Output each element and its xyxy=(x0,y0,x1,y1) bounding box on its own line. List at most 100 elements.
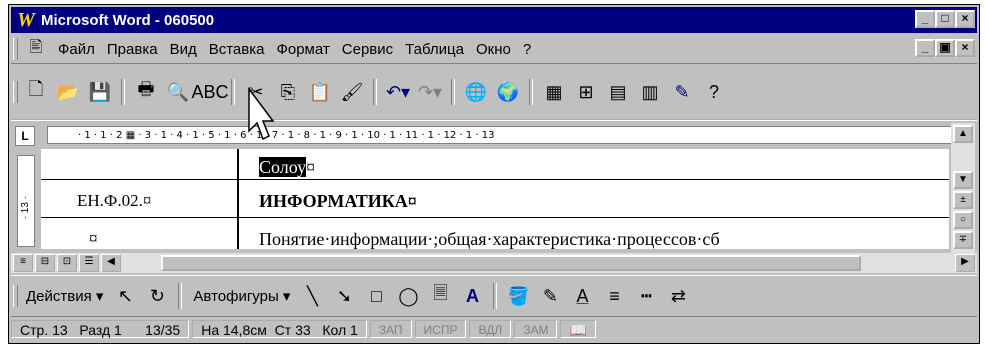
next-page-button[interactable]: ∓ xyxy=(953,231,973,249)
doc-minimize-button[interactable]: _ xyxy=(915,39,935,57)
window-title: Microsoft Word - 060500 xyxy=(41,11,215,29)
outline-view-button[interactable]: ☰ xyxy=(79,254,99,272)
doc-close-button[interactable]: × xyxy=(955,39,975,57)
selected-word[interactable]: Солоу xyxy=(259,157,307,177)
autoshapes-menu[interactable]: Автофигуры ▾ xyxy=(187,287,296,305)
mouse-pointer-icon xyxy=(248,87,275,141)
vertical-ruler-label: · 13 · xyxy=(20,196,31,220)
close-button[interactable]: × xyxy=(955,10,975,28)
tab-selector-button[interactable]: L xyxy=(15,126,35,146)
scroll-up-button[interactable]: ▲ xyxy=(953,125,973,143)
spelling-icon[interactable]: ABC xyxy=(192,78,229,106)
line-color-icon[interactable]: ✎ xyxy=(536,282,564,310)
oval-icon[interactable]: ◯ xyxy=(394,282,422,310)
table-row-border xyxy=(41,179,949,180)
redo-icon[interactable]: ↷▾ xyxy=(416,78,444,106)
normal-view-button[interactable]: ≡ xyxy=(13,254,33,272)
status-ovr[interactable]: ЗАМ xyxy=(514,320,558,338)
select-objects-icon[interactable]: ↖ xyxy=(111,282,139,310)
status-page: Стр. 13 Разд 1 13/35 xyxy=(11,320,190,338)
menu-grip[interactable] xyxy=(13,38,18,60)
title-bar[interactable]: W Microsoft Word - 060500 _ □ × xyxy=(11,7,977,33)
menu-edit[interactable]: Правка xyxy=(101,41,164,58)
standard-toolbar: 🗋 📂 💾 🖶 🔍 ABC ✂ ⎘ 📋 🖌 ↶▾ ↷▾ 🌐 🌍 ▦ ⊞ ▤ ▥ … xyxy=(11,65,977,121)
dash-style-icon[interactable]: ┅ xyxy=(632,282,660,310)
format-painter-icon[interactable]: 🖌 xyxy=(338,78,366,106)
office-assistant-icon[interactable]: ? xyxy=(700,78,728,106)
rectangle-icon[interactable]: □ xyxy=(362,282,390,310)
drawing-icon[interactable]: ✎ xyxy=(668,78,696,106)
menu-insert[interactable]: Вставка xyxy=(203,41,271,58)
vertical-ruler-area: · 13 · xyxy=(11,149,39,249)
actions-menu[interactable]: Действия ▾ xyxy=(20,287,109,305)
arrow-style-icon[interactable]: ⇄ xyxy=(664,282,692,310)
separator xyxy=(178,283,183,309)
insert-table-icon[interactable]: ⊞ xyxy=(572,78,600,106)
print-preview-icon[interactable]: 🔍 xyxy=(164,78,192,106)
status-ext[interactable]: ВДЛ xyxy=(469,320,512,338)
arrow-icon[interactable]: ➘ xyxy=(330,282,358,310)
menu-tools[interactable]: Сервис xyxy=(336,41,399,58)
doc-restore-button[interactable]: ▣ xyxy=(935,39,955,57)
scroll-down-button[interactable]: ▼ xyxy=(953,171,973,189)
status-page-text: Стр. 13 xyxy=(20,322,68,338)
status-trk[interactable]: ИСПР xyxy=(414,320,467,338)
status-at-text: На 14,8см xyxy=(201,322,267,338)
fill-color-icon[interactable]: 🪣 xyxy=(504,282,532,310)
columns-icon[interactable]: ▥ xyxy=(636,78,664,106)
tables-borders-icon[interactable]: ▦ xyxy=(540,78,568,106)
document-area[interactable]: Солоу¤ ЕН.Ф.02.¤ ИНФОРМАТИКА¤ ¤ Понятие·… xyxy=(41,149,949,249)
font-color-icon[interactable]: A xyxy=(568,282,596,310)
course-title[interactable]: ИНФОРМАТИКА¤ xyxy=(259,191,417,212)
horizontal-scroll-thumb[interactable] xyxy=(161,255,861,271)
menu-format[interactable]: Формат xyxy=(270,41,335,58)
selected-text-line[interactable]: Солоу¤ xyxy=(259,157,315,178)
print-icon[interactable]: 🖶 xyxy=(132,78,160,106)
free-rotate-icon[interactable]: ↻ xyxy=(143,282,171,310)
toolbar-grip[interactable] xyxy=(13,81,18,103)
insert-excel-icon[interactable]: ▤ xyxy=(604,78,632,106)
copy-icon[interactable]: ⎘ xyxy=(274,78,302,106)
print-layout-button[interactable]: ⊡ xyxy=(57,254,77,272)
new-document-icon[interactable]: 🗋 xyxy=(22,78,50,106)
vertical-ruler[interactable]: · 13 · xyxy=(17,155,35,247)
minimize-button[interactable]: _ xyxy=(915,10,935,28)
document-icon[interactable]: 🖹 xyxy=(22,35,50,63)
wordart-icon[interactable]: A xyxy=(458,282,486,310)
word-logo-icon: W xyxy=(17,9,35,31)
select-browse-object-button[interactable]: ○ xyxy=(953,211,973,229)
save-icon[interactable]: 💾 xyxy=(86,78,114,106)
menu-file[interactable]: Файл xyxy=(52,41,101,58)
menu-bar: 🖹 Файл Правка Вид Вставка Формат Сервис … xyxy=(11,35,977,64)
open-folder-icon[interactable]: 📂 xyxy=(54,78,82,106)
word-window: W Microsoft Word - 060500 _ □ × 🖹 Файл П… xyxy=(8,4,980,344)
web-toolbar-icon[interactable]: 🌍 xyxy=(494,78,522,106)
line-style-icon[interactable]: ≡ xyxy=(600,282,628,310)
web-view-button[interactable]: ⊟ xyxy=(35,254,55,272)
scroll-left-button[interactable]: ◀ xyxy=(101,254,121,272)
vertical-scrollbar[interactable]: ▲ ▼ ± ○ ∓ xyxy=(951,123,975,253)
empty-cell-mark[interactable]: ¤ xyxy=(89,229,98,249)
horizontal-scrollbar[interactable]: ≡ ⊟ ⊡ ☰ ◀ ▶ xyxy=(11,253,977,273)
line-icon[interactable]: ╲ xyxy=(298,282,326,310)
menu-help[interactable]: ? xyxy=(517,41,537,58)
drawing-toolbar: Действия ▾ ↖ ↻ Автофигуры ▾ ╲ ➘ □ ◯ 🗏 A … xyxy=(11,275,977,317)
course-description[interactable]: Понятие·информации·;общая·характеристика… xyxy=(259,229,720,249)
status-pages-text: 13/35 xyxy=(145,322,181,338)
scroll-track[interactable] xyxy=(951,145,975,169)
menu-table[interactable]: Таблица xyxy=(399,41,470,58)
drawbar-grip[interactable] xyxy=(13,285,18,307)
paste-icon[interactable]: 📋 xyxy=(306,78,334,106)
horizontal-ruler[interactable]: · 1 · 1 · 2 ▦ · 3 · 1 · 4 · 1 · 5 · 1 · … xyxy=(47,126,955,144)
scroll-right-button[interactable]: ▶ xyxy=(955,254,975,272)
insert-hyperlink-icon[interactable]: 🌐 xyxy=(462,78,490,106)
spelling-status-icon[interactable]: 📖 xyxy=(560,320,596,338)
previous-page-button[interactable]: ± xyxy=(953,191,973,209)
text-box-icon[interactable]: 🗏 xyxy=(426,282,454,310)
status-rec[interactable]: ЗАП xyxy=(369,320,412,338)
menu-view[interactable]: Вид xyxy=(164,41,203,58)
undo-icon[interactable]: ↶▾ xyxy=(384,78,412,106)
maximize-button[interactable]: □ xyxy=(935,10,955,28)
menu-window[interactable]: Окно xyxy=(470,41,517,58)
course-code[interactable]: ЕН.Ф.02.¤ xyxy=(77,191,151,211)
